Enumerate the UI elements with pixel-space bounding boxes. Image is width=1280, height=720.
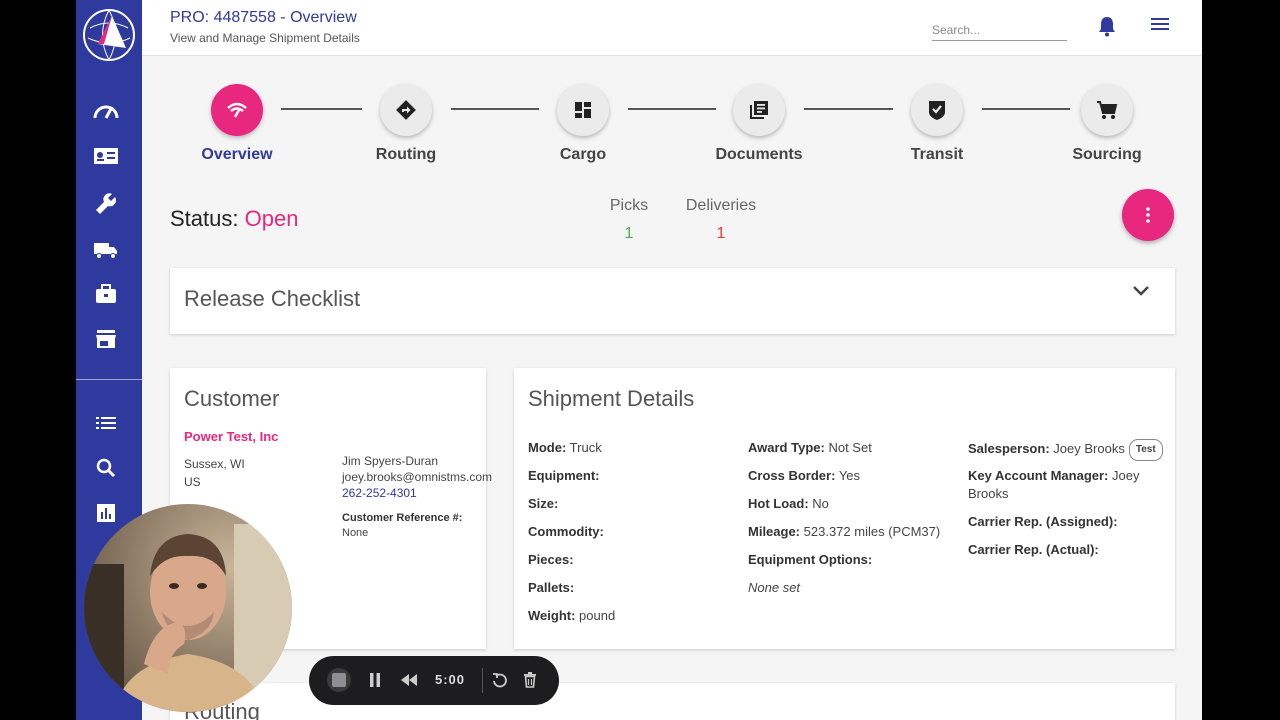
customer-name-link[interactable]: Power Test, Inc: [184, 429, 278, 444]
overview-icon: [211, 84, 263, 136]
step-label: Cargo: [559, 146, 607, 163]
cross-border-field: Cross Border: Yes: [748, 468, 861, 483]
cart-icon: [1081, 84, 1133, 136]
pause-icon: [370, 673, 380, 687]
hot-load-field: Hot Load: No: [748, 496, 829, 511]
rewind-icon: [401, 674, 417, 686]
customer-ref-label: Customer Reference #:: [342, 512, 463, 524]
shipment-details-title: Shipment Details: [528, 386, 695, 411]
bar-chart-icon[interactable]: [93, 500, 119, 526]
deliveries-label: Deliveries: [685, 197, 757, 214]
step-label: Routing: [375, 146, 437, 163]
hamburger-menu-icon[interactable]: [1150, 15, 1170, 33]
pieces-field: Pieces:: [528, 552, 574, 567]
header-bar: PRO: 4487558 - Overview View and Manage …: [142, 0, 1202, 56]
logo-icon[interactable]: [82, 8, 136, 62]
trash-icon: [524, 672, 536, 688]
commodity-field: Commodity:: [528, 524, 604, 539]
recording-timer: 5:00: [435, 672, 466, 687]
salesperson-field: Salesperson: Joey Brooks Test: [968, 439, 1163, 461]
equipment-options-value: None set: [748, 580, 801, 595]
restart-button[interactable]: [488, 668, 512, 692]
deliveries-value: 1: [716, 225, 726, 242]
customer-city: Sussex, WI: [184, 457, 245, 471]
status-value: Open: [244, 206, 299, 231]
customer-title: Customer: [184, 386, 280, 411]
weight-field: Weight: pound: [528, 608, 616, 623]
pallets-field: Pallets:: [528, 580, 575, 595]
briefcase-icon[interactable]: [93, 281, 119, 307]
shipment-details-card: Shipment Details Mode: Truck Equipment: …: [514, 368, 1175, 649]
speedometer-icon[interactable]: [93, 98, 119, 124]
search-input[interactable]: [932, 19, 1067, 41]
step-transit[interactable]: Transit: [877, 84, 997, 164]
page-subtitle: View and Manage Shipment Details: [170, 31, 360, 45]
key-account-manager-field: Key Account Manager: Joey Brooks: [968, 468, 1140, 501]
equipment-options-field: Equipment Options:: [748, 552, 873, 567]
size-field: Size:: [528, 496, 559, 511]
more-vert-icon: [1146, 207, 1150, 223]
documents-icon: [733, 84, 785, 136]
release-checklist-title: Release Checklist: [184, 286, 361, 311]
chevron-down-icon[interactable]: [1131, 284, 1151, 298]
delete-button[interactable]: [518, 668, 542, 692]
step-sourcing[interactable]: Sourcing: [1047, 84, 1167, 164]
release-checklist-panel[interactable]: Release Checklist: [170, 268, 1175, 334]
page-title: PRO: 4487558 - Overview: [170, 9, 357, 26]
customer-country: US: [184, 475, 201, 489]
more-actions-button[interactable]: [1122, 189, 1174, 241]
customer-ref-value: None: [342, 527, 369, 539]
carrier-rep-actual-field: Carrier Rep. (Actual):: [968, 542, 1099, 557]
contact-name: Jim Spyers-Duran: [342, 454, 439, 468]
mileage-field: Mileage: 523.372 miles (PCM37): [748, 524, 941, 539]
progress-stepper: Overview Routing Cargo Documents Transit: [142, 84, 1202, 174]
stop-icon: [327, 668, 351, 692]
routing-icon: [380, 84, 432, 136]
carrier-rep-assigned-field: Carrier Rep. (Assigned):: [968, 514, 1118, 529]
id-card-icon[interactable]: [93, 143, 119, 169]
step-label: Overview: [201, 146, 273, 163]
picks-label: Picks: [609, 197, 649, 214]
wrench-icon[interactable]: [93, 191, 119, 217]
step-documents[interactable]: Documents: [699, 84, 819, 164]
truck-icon[interactable]: [93, 237, 119, 263]
storefront-icon[interactable]: [93, 326, 119, 352]
step-label: Sourcing: [1072, 146, 1142, 163]
restart-icon: [493, 673, 507, 688]
deliveries-counter: Deliveries 1: [682, 197, 760, 243]
contact-email[interactable]: joey.brooks@omnistms.com: [342, 470, 492, 484]
step-overview[interactable]: Overview: [177, 84, 297, 164]
list-icon[interactable]: [93, 410, 119, 436]
webcam-overlay: [84, 504, 292, 712]
shield-check-icon: [911, 84, 963, 136]
dashboard-icon: [557, 84, 609, 136]
status-label: Status:: [170, 206, 239, 231]
bell-icon[interactable]: [1098, 15, 1116, 37]
award-type-field: Award Type: Not Set: [748, 440, 872, 455]
status-row: Status: Open: [170, 206, 298, 232]
pause-button[interactable]: [363, 668, 387, 692]
controls-divider: [482, 668, 483, 693]
contact-phone-link[interactable]: 262-252-4301: [342, 486, 417, 500]
stop-button[interactable]: [327, 668, 351, 692]
mode-field: Mode: Truck: [528, 440, 602, 455]
recording-controls: 5:00: [309, 656, 559, 705]
picks-counter: Picks 1: [609, 197, 649, 243]
test-badge: Test: [1128, 439, 1163, 461]
picks-value: 1: [624, 225, 634, 242]
presenter-video: [84, 504, 292, 712]
sidebar-divider: [76, 379, 142, 380]
rewind-button[interactable]: [397, 668, 421, 692]
step-label: Transit: [910, 146, 964, 163]
equipment-field: Equipment:: [528, 468, 600, 483]
step-label: Documents: [715, 146, 803, 163]
step-routing[interactable]: Routing: [346, 84, 466, 164]
search-icon[interactable]: [93, 455, 119, 481]
step-cargo[interactable]: Cargo: [523, 84, 643, 164]
